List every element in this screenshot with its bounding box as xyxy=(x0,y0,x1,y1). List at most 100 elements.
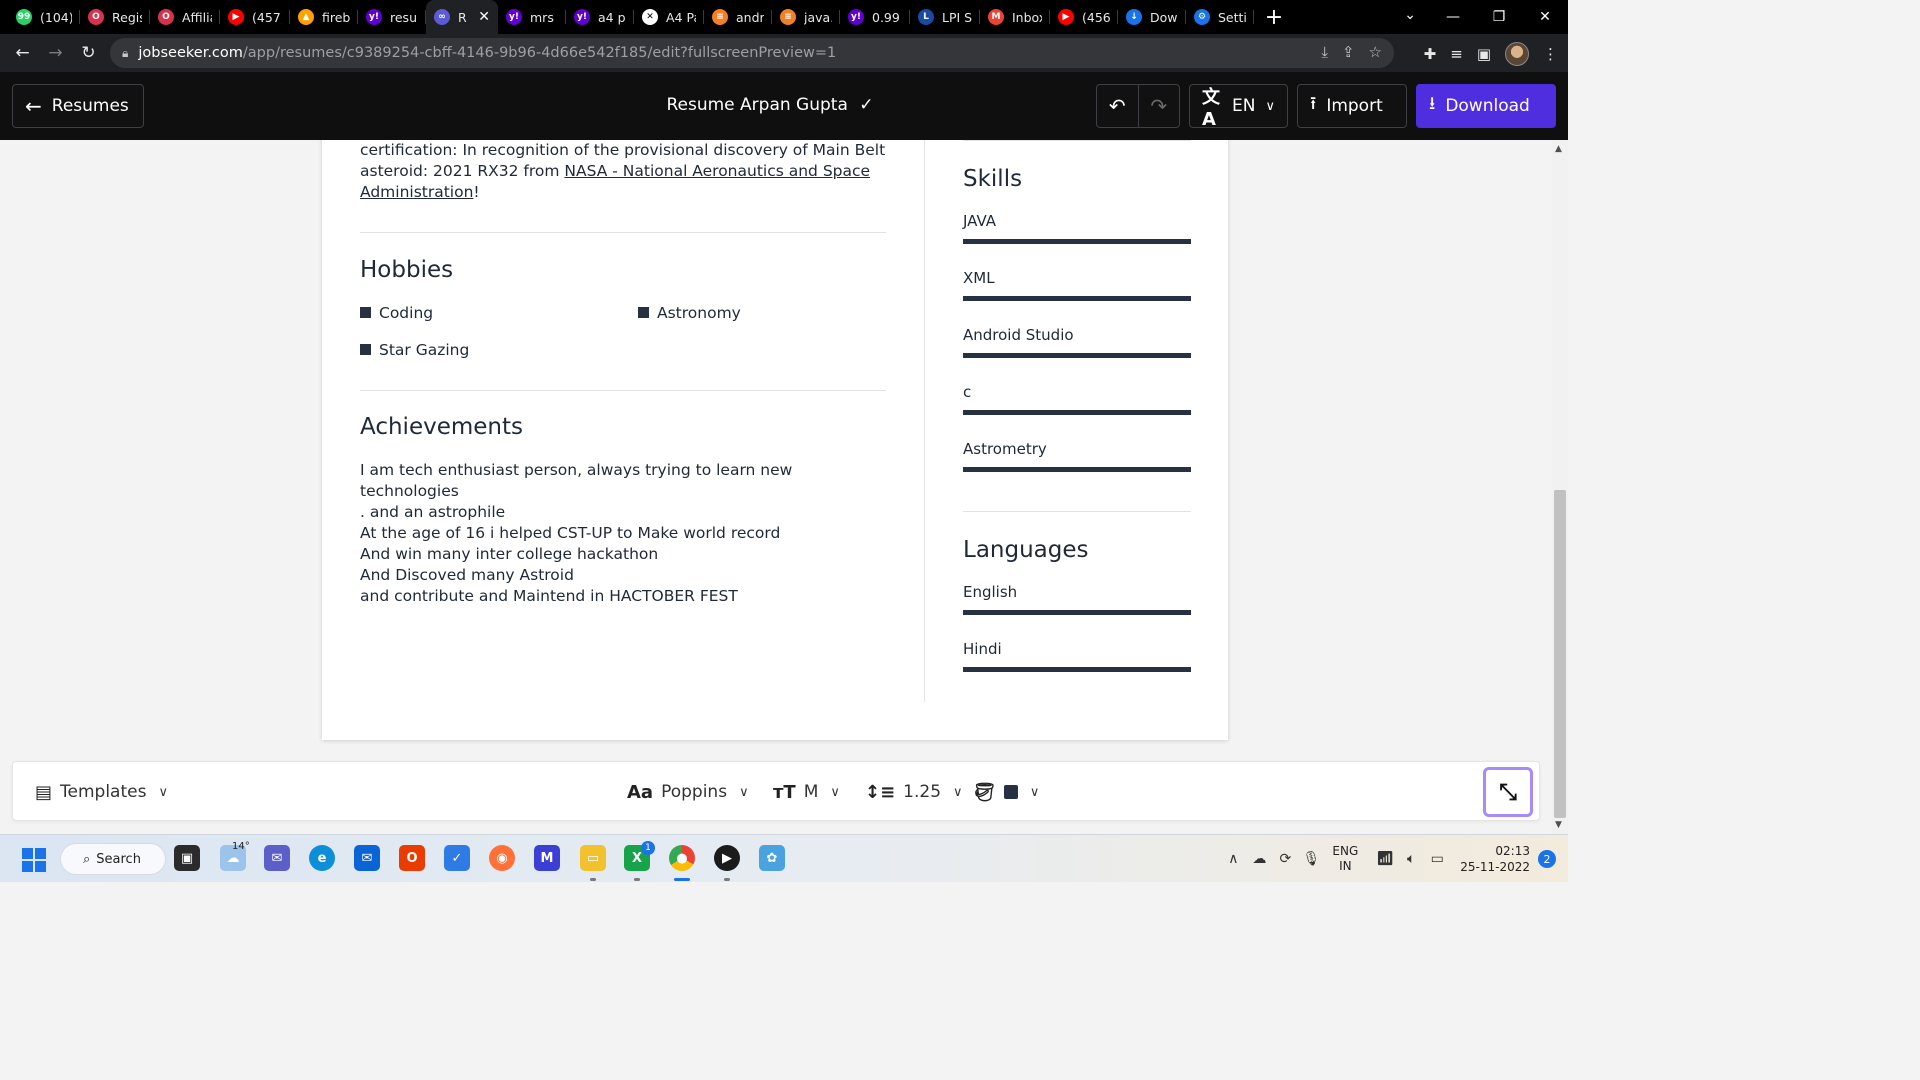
reload-icon[interactable]: ↻ xyxy=(72,38,105,68)
yahoo-icon: y! xyxy=(506,9,522,25)
paint-bucket-icon: 🪣︎ xyxy=(973,781,996,803)
browser-tab[interactable]: ∞ Re ✕ xyxy=(426,0,498,34)
browser-tab[interactable]: ✕ A4 Pa xyxy=(634,0,704,34)
browser-tab[interactable]: ▶ (457) xyxy=(220,0,290,34)
skill-name: Astrometry xyxy=(963,440,1047,458)
templates-dropdown[interactable]: ▤ Templates ∨ xyxy=(35,762,168,822)
running-indicator xyxy=(590,878,596,881)
browser-tab[interactable]: y! mrs n xyxy=(498,0,566,34)
notification-badge[interactable]: 2 xyxy=(1538,850,1556,868)
browser-tab[interactable]: ▲ fireba xyxy=(290,0,358,34)
chevron-up-icon[interactable]: ∧ xyxy=(1220,851,1246,867)
media-queue-icon[interactable]: ≡ xyxy=(1450,45,1463,63)
browser-tab[interactable]: ≡ andro xyxy=(704,0,772,34)
media-player-icon[interactable]: ▶ xyxy=(714,845,740,871)
browser-tab[interactable]: ≡ java.l xyxy=(772,0,840,34)
line-height-dropdown[interactable]: ↕≡ 1.25 ∨ xyxy=(865,762,963,822)
section-divider xyxy=(963,511,1191,512)
tab-title: (104) xyxy=(40,9,72,25)
forward-arrow-icon[interactable]: → xyxy=(39,38,72,68)
onedrive-icon[interactable]: ☁ xyxy=(1246,851,1272,867)
skill-name: XML xyxy=(963,269,995,287)
scroll-down-arrow-icon[interactable]: ▼ xyxy=(1555,820,1562,830)
chrome-icon[interactable]: ● xyxy=(669,845,695,871)
browser-tab[interactable]: ↓ Down xyxy=(1118,0,1186,34)
font-size-dropdown[interactable]: тT M ∨ xyxy=(773,762,840,822)
tab-title: Affilia xyxy=(182,9,212,25)
firefox-icon[interactable]: ◉ xyxy=(489,845,515,871)
teams-chat-icon[interactable]: ✉ xyxy=(264,845,290,871)
bookmark-star-icon[interactable]: ☆ xyxy=(1369,43,1382,61)
url-bar[interactable]: 🔒︎ jobseeker.com/app/resumes/c9389254-cb… xyxy=(110,38,1394,68)
share-icon[interactable]: ⇪ xyxy=(1342,43,1355,61)
install-app-icon[interactable]: ⤓ xyxy=(1321,43,1328,61)
import-button[interactable]: ⭱ Import xyxy=(1297,84,1407,128)
scroll-thumb[interactable] xyxy=(1554,490,1566,818)
sync-icon[interactable]: ⟳ xyxy=(1272,851,1298,867)
restore-icon[interactable]: ❐ xyxy=(1476,9,1522,25)
extensions-puzzle-icon[interactable]: ✚ xyxy=(1424,45,1437,63)
clock[interactable]: 02:13 25-11-2022 xyxy=(1460,843,1530,875)
file-explorer-icon[interactable]: ▭ xyxy=(580,845,606,871)
browser-tab[interactable]: ▶ (456) xyxy=(1050,0,1118,34)
exit-fullscreen-button[interactable]: ⤡ xyxy=(1483,767,1533,817)
battery-icon[interactable]: ▭ xyxy=(1424,851,1450,867)
search-icon: ⌕ xyxy=(83,851,91,867)
windows-start-icon[interactable] xyxy=(22,848,46,872)
lock-icon[interactable]: 🔒︎ xyxy=(122,46,128,61)
download-icon: ⭳ xyxy=(1429,93,1436,114)
clock-date: 25-11-2022 xyxy=(1460,860,1530,874)
office-icon[interactable]: O xyxy=(399,845,425,871)
browser-tab[interactable]: 99 (104) xyxy=(8,0,80,34)
download-button[interactable]: ⭳ Download xyxy=(1416,84,1556,128)
close-tab-icon[interactable]: ✕ xyxy=(478,9,490,25)
achievement-line: And Discoved many Astroid xyxy=(360,566,574,584)
back-arrow-icon[interactable]: ← xyxy=(6,38,39,68)
mail-icon[interactable]: ✉ xyxy=(354,845,380,871)
redo-icon[interactable]: ↷ xyxy=(1138,94,1179,118)
taskbar-search[interactable]: ⌕ Search xyxy=(60,843,166,875)
undo-redo-group: ↶ ↷ xyxy=(1096,84,1180,128)
page-scrollbar[interactable]: ▲ ▼ xyxy=(1552,140,1568,834)
undo-icon[interactable]: ↶ xyxy=(1097,94,1138,118)
skill-level-bar xyxy=(963,467,1191,472)
pinned-app-icon[interactable]: ✿ xyxy=(759,845,785,871)
browser-tab[interactable]: y! a4 pa xyxy=(566,0,634,34)
square-bullet-icon xyxy=(360,344,371,355)
language-select[interactable]: 文A EN ∨ xyxy=(1189,84,1288,130)
wifi-icon[interactable]: 📶︎ xyxy=(1372,851,1398,867)
task-view-icon[interactable]: ▣ xyxy=(174,845,200,871)
language-item: English xyxy=(925,583,1191,615)
browser-tab[interactable]: O Affilia xyxy=(150,0,220,34)
android-studio-icon[interactable]: M xyxy=(534,845,560,871)
minimize-icon[interactable]: — xyxy=(1430,9,1476,25)
browser-tab[interactable]: O Regis xyxy=(80,0,150,34)
new-tab-button[interactable]: + xyxy=(1254,5,1294,30)
resume-page: certification: In recognition of the pro… xyxy=(322,140,1228,740)
input-language[interactable]: ENG IN xyxy=(1332,844,1358,874)
side-panel-icon[interactable]: ▣ xyxy=(1477,45,1491,63)
browser-tab[interactable]: y! resum xyxy=(358,0,426,34)
tab-title: (457) xyxy=(252,9,282,25)
section-divider xyxy=(360,390,886,391)
font-family-dropdown[interactable]: Aa Poppins ∨ xyxy=(627,762,749,822)
kebab-menu-icon[interactable]: ⋮ xyxy=(1543,45,1558,63)
scroll-up-arrow-icon[interactable]: ▲ xyxy=(1555,144,1562,154)
browser-tab[interactable]: ⚙ Settin xyxy=(1186,0,1254,34)
profile-avatar[interactable] xyxy=(1505,42,1529,66)
window-controls: — ❐ ✕ xyxy=(1430,0,1568,34)
todo-icon[interactable]: ✓ xyxy=(444,845,470,871)
theme-color-dropdown[interactable]: 🪣︎ ∨ xyxy=(973,762,1039,822)
edge-icon[interactable]: e xyxy=(309,845,335,871)
volume-icon[interactable]: 🔈︎ xyxy=(1398,851,1424,867)
section-divider xyxy=(963,140,1191,141)
resume-title: Resume Arpan Gupta xyxy=(666,95,848,115)
close-window-icon[interactable]: ✕ xyxy=(1522,9,1568,25)
microphone-icon[interactable]: 🎙︎ xyxy=(1298,851,1324,867)
browser-tab[interactable]: y! 0.99 c xyxy=(840,0,910,34)
tab-search-chevron-icon[interactable]: ⌄ xyxy=(1404,7,1416,23)
achievements-text: I am tech enthusiast person, always tryi… xyxy=(360,460,886,607)
skill-level-bar xyxy=(963,410,1191,415)
browser-tab[interactable]: M Inbox xyxy=(980,0,1050,34)
browser-tab[interactable]: L LPI Su xyxy=(910,0,980,34)
